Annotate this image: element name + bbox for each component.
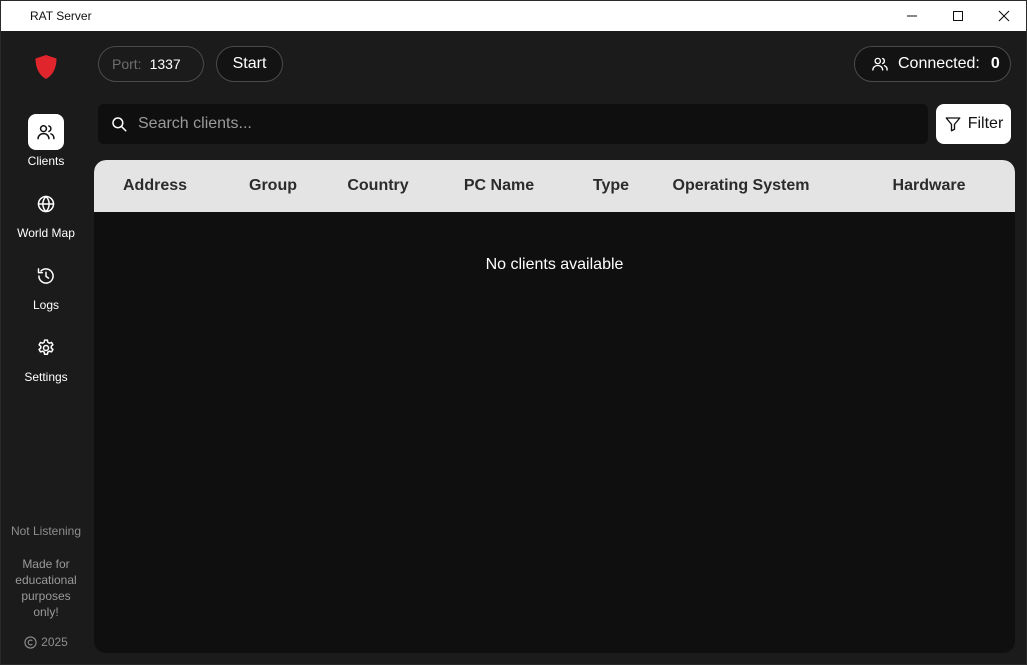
globe-icon (37, 195, 55, 213)
column-type[interactable]: Type (593, 177, 629, 195)
empty-state-message: No clients available (485, 256, 624, 273)
sidebar-item-world-map[interactable]: World Map (1, 186, 91, 246)
copyright-year: 2025 (41, 635, 68, 649)
port-input[interactable] (149, 56, 196, 72)
maximize-button[interactable] (935, 1, 981, 31)
filter-button[interactable]: Filter (936, 104, 1011, 144)
server-status: Not Listening (10, 524, 82, 538)
search-icon (112, 117, 127, 132)
search-bar[interactable] (98, 104, 928, 144)
minimize-icon (907, 15, 917, 17)
sidebar-item-logs[interactable]: Logs (1, 258, 91, 318)
sidebar-item-label: Logs (32, 298, 60, 312)
history-icon (37, 268, 54, 284)
sidebar-item-label: Clients (27, 154, 65, 168)
copyright: 2025 (1, 635, 91, 649)
sidebar-item-label: Settings (24, 370, 68, 384)
sidebar-item-clients[interactable]: Clients (1, 114, 91, 174)
close-icon (998, 10, 1010, 22)
gear-icon (38, 339, 54, 355)
maximize-icon (953, 11, 963, 21)
copyright-icon (24, 635, 37, 649)
port-field[interactable]: Port: (98, 46, 204, 82)
minimize-button[interactable] (889, 1, 935, 31)
start-button[interactable]: Start (216, 46, 283, 82)
sidebar: Clients World Map Logs Settings Not List… (1, 31, 91, 664)
column-group[interactable]: Group (249, 177, 297, 195)
title-bar: RAT Server (1, 1, 1026, 31)
table-header: Address Group Country PC Name Type Opera… (94, 160, 1015, 212)
sidebar-item-label: World Map (17, 226, 75, 240)
app-window: RAT Server Clients World Map Logs Settin… (0, 0, 1027, 665)
connected-counter: Connected: 0 (854, 46, 1011, 82)
filter-icon (945, 117, 961, 132)
column-country[interactable]: Country (347, 177, 408, 195)
search-input[interactable] (138, 115, 898, 133)
window-title: RAT Server (30, 9, 92, 23)
filter-label: Filter (967, 115, 1004, 132)
shield-icon (35, 55, 57, 79)
users-icon (872, 57, 888, 71)
clients-table: Address Group Country PC Name Type Opera… (94, 160, 1015, 653)
app-body: Clients World Map Logs Settings Not List… (1, 31, 1026, 664)
connected-count: 0 (990, 55, 1000, 72)
sidebar-item-settings[interactable]: Settings (1, 330, 91, 390)
close-button[interactable] (981, 1, 1027, 31)
disclaimer: Made for educational purposes only! (15, 557, 77, 619)
column-pc-name[interactable]: PC Name (464, 177, 534, 195)
column-address[interactable]: Address (123, 177, 187, 195)
users-icon (37, 124, 55, 140)
connected-label: Connected: (898, 55, 980, 72)
column-hardware[interactable]: Hardware (893, 177, 966, 195)
port-label: Port: (112, 56, 142, 72)
column-operating-system[interactable]: Operating System (673, 177, 810, 195)
